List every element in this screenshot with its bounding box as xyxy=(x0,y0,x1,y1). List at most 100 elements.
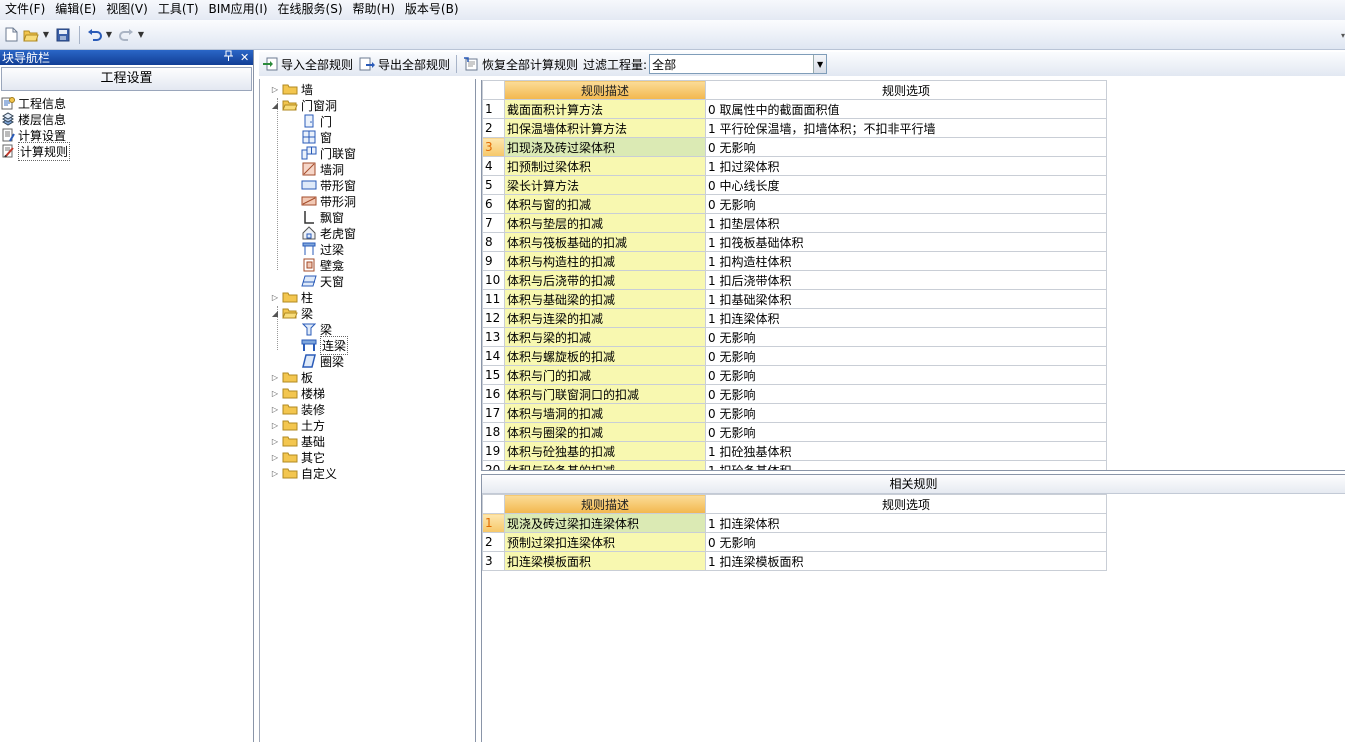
expand-arrow-icon[interactable]: ▷ xyxy=(270,293,280,302)
menu-file[interactable]: 文件(F) xyxy=(0,0,50,20)
rule-description-cell[interactable]: 体积与筏板基础的扣减 xyxy=(504,232,706,252)
rule-option-cell[interactable]: 0 中心线长度 xyxy=(705,175,1107,195)
rule-description-cell[interactable]: 体积与连梁的扣减 xyxy=(504,308,706,328)
tree-node-window[interactable]: 窗 xyxy=(301,129,332,145)
row-number[interactable]: 12 xyxy=(482,308,505,328)
rule-description-cell[interactable]: 体积与门的扣减 xyxy=(504,365,706,385)
tree-node-stair[interactable]: ▷ 楼梯 xyxy=(270,385,325,401)
table-row[interactable]: 5 梁长计算方法 0 中心线长度 xyxy=(482,175,1107,195)
import-all-rules-button[interactable]: 导入全部规则 xyxy=(259,53,356,75)
toolbar-overflow-icon[interactable]: ▾ xyxy=(1341,31,1345,40)
undo-icon[interactable] xyxy=(85,26,103,44)
table-row[interactable]: 14 体积与螺旋板的扣减 0 无影响 xyxy=(482,346,1107,366)
tree-node-decoration[interactable]: ▷ 装修 xyxy=(270,401,325,417)
rule-option-cell[interactable]: 0 无影响 xyxy=(705,346,1107,366)
rule-description-cell[interactable]: 体积与构造柱的扣减 xyxy=(504,251,706,271)
table-row[interactable]: 19 体积与砼独基的扣减 1 扣砼独基体积 xyxy=(482,441,1107,461)
rule-option-cell[interactable]: 1 扣连梁体积 xyxy=(705,308,1107,328)
rule-option-cell[interactable]: 1 扣构造柱体积 xyxy=(705,251,1107,271)
row-number[interactable]: 18 xyxy=(482,422,505,442)
expand-arrow-icon[interactable]: ▷ xyxy=(270,437,280,446)
rule-description-cell[interactable]: 预制过梁扣连梁体积 xyxy=(504,532,706,552)
close-icon[interactable]: ✕ xyxy=(240,50,249,65)
row-number[interactable]: 15 xyxy=(482,365,505,385)
rule-option-cell[interactable]: 1 扣过梁体积 xyxy=(705,156,1107,176)
rule-description-cell[interactable]: 扣预制过梁体积 xyxy=(504,156,706,176)
rule-description-cell[interactable]: 扣保温墙体积计算方法 xyxy=(504,118,706,138)
table-row[interactable]: 9 体积与构造柱的扣减 1 扣构造柱体积 xyxy=(482,251,1107,271)
expand-arrow-icon[interactable]: ▷ xyxy=(270,405,280,414)
collapse-arrow-icon[interactable]: ◢ xyxy=(270,309,280,318)
tree-node-niche[interactable]: 壁龛 xyxy=(301,257,344,273)
rule-option-cell[interactable]: 1 扣砼条基体积 xyxy=(705,460,1107,470)
row-number[interactable]: 16 xyxy=(482,384,505,404)
table-row[interactable]: 3 扣连梁模板面积 1 扣连梁模板面积 xyxy=(482,551,1107,571)
tree-node-strip-window[interactable]: 带形窗 xyxy=(301,177,356,193)
rule-description-cell[interactable]: 体积与垫层的扣减 xyxy=(504,213,706,233)
rule-option-cell[interactable]: 0 无影响 xyxy=(705,422,1107,442)
open-folder-icon[interactable] xyxy=(22,26,40,44)
nav-item-project-info[interactable]: 工程信息 xyxy=(0,95,253,111)
menu-edit[interactable]: 编辑(E) xyxy=(50,0,101,20)
rule-description-cell[interactable]: 体积与螺旋板的扣减 xyxy=(504,346,706,366)
rule-option-cell[interactable]: 1 扣基础梁体积 xyxy=(705,289,1107,309)
row-number[interactable]: 8 xyxy=(482,232,505,252)
table-row[interactable]: 2 预制过梁扣连梁体积 0 无影响 xyxy=(482,532,1107,552)
table-row[interactable]: 6 体积与窗的扣减 0 无影响 xyxy=(482,194,1107,214)
row-number[interactable]: 2 xyxy=(482,532,505,552)
rule-description-cell[interactable]: 截面面积计算方法 xyxy=(504,99,706,119)
rule-description-cell[interactable]: 扣连梁模板面积 xyxy=(504,551,706,571)
column-header-rule-desc[interactable]: 规则描述 xyxy=(504,494,706,514)
row-number[interactable]: 11 xyxy=(482,289,505,309)
table-row[interactable]: 3 扣现浇及砖过梁体积 0 无影响 xyxy=(482,137,1107,157)
row-number[interactable]: 3 xyxy=(482,137,505,157)
row-number[interactable]: 6 xyxy=(482,194,505,214)
row-number[interactable]: 13 xyxy=(482,327,505,347)
tree-node-wall[interactable]: ▷ 墙 xyxy=(270,81,313,97)
table-row[interactable]: 20 体积与砼条基的扣减 1 扣砼条基体积 xyxy=(482,460,1107,470)
table-row[interactable]: 18 体积与圈梁的扣减 0 无影响 xyxy=(482,422,1107,442)
column-header-rule-desc[interactable]: 规则描述 xyxy=(504,80,706,100)
chevron-down-icon[interactable]: ▼ xyxy=(813,55,827,73)
row-number[interactable]: 5 xyxy=(482,175,505,195)
tree-node-door-window-combo[interactable]: 门联窗 xyxy=(301,145,356,161)
nav-item-calc-rules[interactable]: 计算规则 xyxy=(0,141,253,161)
tab-project-settings[interactable]: 工程设置 xyxy=(1,67,252,91)
rule-description-cell[interactable]: 体积与砼独基的扣减 xyxy=(504,441,706,461)
table-row[interactable]: 15 体积与门的扣减 0 无影响 xyxy=(482,365,1107,385)
tree-node-bay-window[interactable]: 飘窗 xyxy=(301,209,344,225)
row-number[interactable]: 19 xyxy=(482,441,505,461)
row-number[interactable]: 1 xyxy=(482,513,505,533)
pin-icon[interactable] xyxy=(224,50,233,65)
new-file-icon[interactable] xyxy=(2,26,20,44)
table-row[interactable]: 11 体积与基础梁的扣减 1 扣基础梁体积 xyxy=(482,289,1107,309)
menu-bim[interactable]: BIM应用(I) xyxy=(204,0,273,20)
table-row[interactable]: 10 体积与后浇带的扣减 1 扣后浇带体积 xyxy=(482,270,1107,290)
rule-option-cell[interactable]: 0 无影响 xyxy=(705,403,1107,423)
row-number[interactable]: 9 xyxy=(482,251,505,271)
rule-description-cell[interactable]: 体积与砼条基的扣减 xyxy=(504,460,706,470)
row-number[interactable]: 2 xyxy=(482,118,505,138)
table-row[interactable]: 17 体积与墙洞的扣减 0 无影响 xyxy=(482,403,1107,423)
rule-option-cell[interactable]: 1 扣垫层体积 xyxy=(705,213,1107,233)
rule-option-cell[interactable]: 1 扣连梁体积 xyxy=(705,513,1107,533)
table-row[interactable]: 16 体积与门联窗洞口的扣减 0 无影响 xyxy=(482,384,1107,404)
table-row[interactable]: 7 体积与垫层的扣减 1 扣垫层体积 xyxy=(482,213,1107,233)
row-number[interactable]: 1 xyxy=(482,99,505,119)
expand-arrow-icon[interactable]: ▷ xyxy=(270,85,280,94)
tree-node-dormer[interactable]: 老虎窗 xyxy=(301,225,356,241)
rule-option-cell[interactable]: 0 无影响 xyxy=(705,384,1107,404)
tree-node-strip-hole[interactable]: 带形洞 xyxy=(301,193,356,209)
rule-option-cell[interactable]: 1 扣筏板基础体积 xyxy=(705,232,1107,252)
rule-option-cell[interactable]: 1 扣砼独基体积 xyxy=(705,441,1107,461)
undo-dropdown-arrow[interactable]: ▼ xyxy=(105,26,113,44)
menu-tools[interactable]: 工具(T) xyxy=(153,0,204,20)
rule-description-cell[interactable]: 梁长计算方法 xyxy=(504,175,706,195)
menu-view[interactable]: 视图(V) xyxy=(101,0,153,20)
filter-quantity-select[interactable]: 全部 ▼ xyxy=(649,54,828,74)
tree-node-lintel[interactable]: 过梁 xyxy=(301,241,344,257)
nav-item-floor-info[interactable]: 楼层信息 xyxy=(0,111,253,127)
expand-arrow-icon[interactable]: ▷ xyxy=(270,453,280,462)
row-number[interactable]: 3 xyxy=(482,551,505,571)
rule-option-cell[interactable]: 1 平行砼保温墙，扣墙体积；不扣非平行墙 xyxy=(705,118,1107,138)
